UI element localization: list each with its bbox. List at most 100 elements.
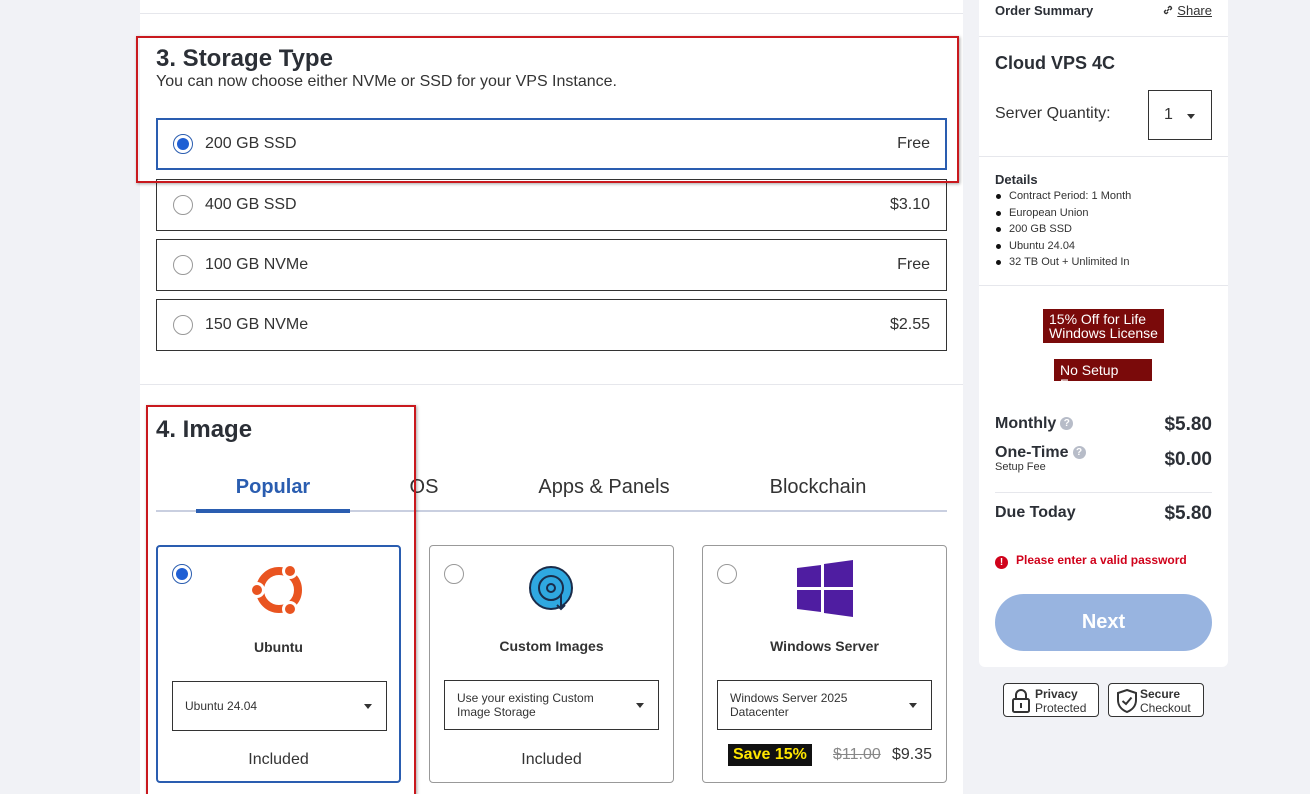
privacy-title: Privacy <box>1035 687 1078 701</box>
lock-icon <box>1012 689 1030 718</box>
list-item: 32 TB Out + Unlimited In <box>995 254 1131 271</box>
details-list: Contract Period: 1 Month European Union … <box>995 188 1131 271</box>
image-card-windows-server[interactable]: Windows Server Windows Server 2025 Datac… <box>702 545 947 783</box>
radio-button[interactable] <box>173 255 193 275</box>
windows-icon <box>796 560 854 623</box>
divider <box>979 156 1228 157</box>
radio-button[interactable] <box>172 564 192 584</box>
promo-line: 15% Off for Life <box>1049 311 1147 327</box>
setup-fee-label: Setup Fee <box>995 461 1046 473</box>
help-icon[interactable]: ? <box>1072 446 1086 459</box>
details-title: Details <box>995 172 1038 187</box>
link-icon <box>1163 5 1172 15</box>
divider <box>140 13 963 14</box>
share-label: Share <box>1177 3 1212 18</box>
due-today-label: Due Today <box>995 504 1076 521</box>
ubuntu-icon <box>248 561 308 624</box>
option-label: 400 GB SSD <box>205 196 297 213</box>
active-tab-indicator <box>196 509 350 513</box>
due-today-price: $5.80 <box>1164 503 1212 524</box>
quantity-label: Server Quantity: <box>995 105 1111 122</box>
shield-check-icon <box>1117 688 1137 718</box>
secure-title: Secure <box>1140 687 1181 701</box>
radio-button[interactable] <box>173 195 193 215</box>
monthly-price: $5.80 <box>1164 414 1212 435</box>
list-item: European Union <box>995 205 1131 222</box>
list-item: 200 GB SSD <box>995 221 1131 238</box>
next-button[interactable]: Next <box>995 594 1212 651</box>
image-card-ubuntu[interactable]: Ubuntu Ubuntu 24.04 Included <box>156 545 401 783</box>
card-price: Included <box>248 751 309 768</box>
storage-option-200gb-ssd[interactable]: 200 GB SSD Free <box>156 118 947 170</box>
storage-option-400gb-ssd[interactable]: 400 GB SSD $3.10 <box>156 179 947 231</box>
storage-title: 3. Storage Type <box>156 45 333 72</box>
storage-option-100gb-nvme[interactable]: 100 GB NVMe Free <box>156 239 947 291</box>
windows-version-select[interactable]: Windows Server 2025 Datacenter <box>717 680 932 730</box>
option-label: 100 GB NVMe <box>205 256 309 273</box>
ubuntu-version-select[interactable]: Ubuntu 24.04 <box>172 681 387 731</box>
monthly-label-text: Monthly <box>995 415 1057 432</box>
alert-icon: ! <box>995 556 1008 569</box>
share-link[interactable]: Share <box>1162 3 1212 18</box>
old-price: $11.00 <box>833 746 881 763</box>
list-item: Contract Period: 1 Month <box>995 188 1131 205</box>
monthly-label: Monthly? <box>995 415 1074 433</box>
order-summary-title: Order Summary <box>995 3 1094 18</box>
card-price: Included <box>521 751 582 768</box>
chevron-down-icon <box>364 704 372 709</box>
select-value: Ubuntu 24.04 <box>185 699 258 713</box>
radio-button[interactable] <box>173 315 193 335</box>
option-price: Free <box>897 256 930 273</box>
save-badge: Save 15% <box>728 744 812 766</box>
secure-checkout-badge: Secure Checkout <box>1108 683 1204 717</box>
option-label: 150 GB NVMe <box>205 316 309 333</box>
privacy-subtitle: Protected <box>1035 701 1087 715</box>
custom-image-select[interactable]: Use your existing Custom Image Storage <box>444 680 659 730</box>
custom-image-icon <box>528 565 576 618</box>
quantity-select[interactable]: 1 <box>1148 90 1212 140</box>
divider <box>140 384 963 385</box>
order-summary-panel: Order Summary Share Cloud VPS 4C Server … <box>979 0 1228 667</box>
list-item: Ubuntu 24.04 <box>995 238 1131 255</box>
secure-subtitle: Checkout <box>1140 701 1191 715</box>
card-title: Ubuntu <box>254 639 303 655</box>
option-price: $2.55 <box>889 316 930 333</box>
plan-name: Cloud VPS 4C <box>995 53 1116 73</box>
promo-badge-windows: 15% Off for Life Windows License <box>1043 309 1164 343</box>
tab-blockchain[interactable]: Blockchain <box>748 476 888 499</box>
chevron-down-icon <box>909 703 917 708</box>
error-text: Please enter a valid password <box>1016 553 1187 567</box>
chevron-down-icon <box>636 703 644 708</box>
storage-option-150gb-nvme[interactable]: 150 GB NVMe $2.55 <box>156 299 947 351</box>
divider <box>995 492 1212 493</box>
radio-button[interactable] <box>444 564 464 584</box>
radio-button[interactable] <box>717 564 737 584</box>
tab-os[interactable]: OS <box>384 476 464 499</box>
divider <box>979 285 1228 286</box>
promo-line: Windows License <box>1049 325 1158 341</box>
onetime-price: $0.00 <box>1164 449 1212 470</box>
option-price: $3.10 <box>889 196 930 213</box>
select-value: Use your existing Custom Image Storage <box>457 691 594 719</box>
onetime-label: One-Time? <box>995 444 1086 462</box>
new-price: $9.35 <box>892 746 933 763</box>
tab-popular[interactable]: Popular <box>196 476 350 499</box>
chevron-down-icon <box>1187 114 1195 119</box>
promo-badge-setup-fee: No Setup Fee <box>1054 359 1152 391</box>
privacy-badge: Privacy Protected <box>1003 683 1099 717</box>
card-title: Custom Images <box>499 638 604 654</box>
option-label: 200 GB SSD <box>205 135 297 152</box>
option-price: Free <box>897 135 930 152</box>
radio-button[interactable] <box>173 134 193 154</box>
storage-subtitle: You can now choose either NVMe or SSD fo… <box>156 73 617 90</box>
main-column: 3. Storage Type You can now choose eithe… <box>140 0 963 794</box>
divider <box>979 36 1228 37</box>
help-icon[interactable]: ? <box>1060 417 1074 430</box>
card-title: Windows Server <box>770 638 879 654</box>
select-value: Windows Server 2025 Datacenter <box>730 691 848 719</box>
error-message: ! Please enter a valid password <box>995 553 1187 569</box>
quantity-value: 1 <box>1164 106 1173 123</box>
onetime-label-text: One-Time <box>995 444 1069 461</box>
tab-apps-panels[interactable]: Apps & Panels <box>524 476 684 499</box>
image-card-custom-images[interactable]: Custom Images Use your existing Custom I… <box>429 545 674 783</box>
